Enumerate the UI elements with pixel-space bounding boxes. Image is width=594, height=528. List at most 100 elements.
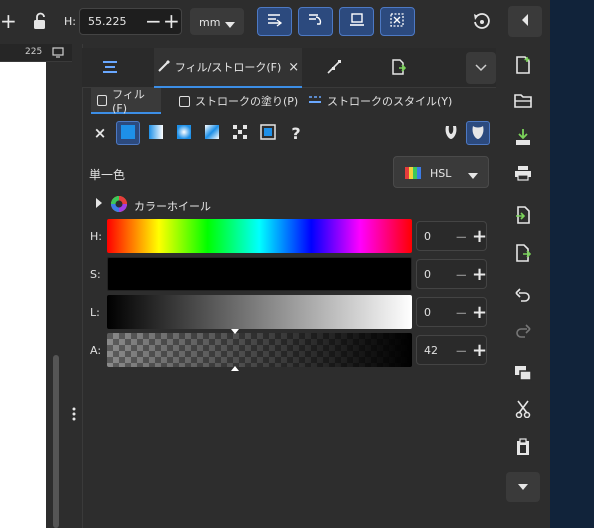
plus-icon[interactable]: + <box>472 264 487 285</box>
tab-export[interactable] <box>378 48 418 88</box>
tab-xml-editor[interactable] <box>314 48 354 88</box>
tab-fill-stroke-label: フィル/ストローク(F) <box>174 61 282 74</box>
color-model-select[interactable]: HSL <box>393 156 489 188</box>
lightness-stepper[interactable]: 0 − + <box>416 297 487 327</box>
fill-rule-nonzero-button[interactable] <box>466 121 490 145</box>
new-document-button[interactable] <box>510 54 536 78</box>
tab-fill-stroke[interactable]: フィル/ストローク(F) × <box>154 48 302 88</box>
vertical-scrollbar[interactable] <box>53 355 59 528</box>
hue-stepper[interactable]: 0 − + <box>416 221 487 251</box>
display-icon[interactable] <box>52 47 64 61</box>
redo-button[interactable] <box>510 320 536 344</box>
subtab-stroke-paint[interactable]: ストロークの塗り(P) <box>173 88 304 114</box>
alpha-value: 42 <box>424 344 438 357</box>
plus-icon[interactable]: + <box>472 226 487 247</box>
open-folder-icon <box>514 93 532 112</box>
unit-value: mm <box>199 16 221 29</box>
flat-color-icon <box>120 124 136 143</box>
color-mode-title: 単一色 <box>89 168 126 182</box>
saturation-label: S: <box>90 268 101 281</box>
import-button[interactable] <box>510 204 536 228</box>
commands-bar <box>496 44 550 528</box>
paste-button[interactable] <box>510 436 536 460</box>
radial-gradient-icon <box>176 124 192 143</box>
lock-icon[interactable] <box>32 12 48 33</box>
chevron-down-icon <box>475 62 487 75</box>
chevron-down-icon <box>467 170 479 183</box>
saturation-stepper[interactable]: 0 − + <box>416 259 487 289</box>
print-button[interactable] <box>510 162 536 186</box>
align-icon-2 <box>308 13 324 30</box>
saturation-slider[interactable] <box>107 257 412 291</box>
alpha-marker-icon[interactable] <box>231 329 240 374</box>
hue-slider[interactable] <box>107 219 412 253</box>
hue-value: 0 <box>424 230 431 243</box>
chevron-down-icon <box>224 19 236 32</box>
radial-gradient-button[interactable] <box>172 121 196 145</box>
alpha-label: A: <box>90 344 102 357</box>
alpha-slider[interactable] <box>107 333 412 367</box>
align-button-4[interactable] <box>380 7 415 36</box>
color-model-icon <box>405 167 421 182</box>
close-icon[interactable]: × <box>288 60 299 75</box>
color-wheel-label: カラーホイール <box>134 200 211 213</box>
brush-icon <box>157 59 171 76</box>
plus-icon[interactable]: + <box>163 11 180 31</box>
swatch-icon <box>260 123 276 143</box>
color-model-value: HSL <box>430 167 452 180</box>
align-button-1[interactable] <box>257 7 292 36</box>
hue-row: H: 0 − + <box>0 219 496 255</box>
mesh-gradient-button[interactable] <box>200 121 224 145</box>
align-button-3[interactable] <box>339 7 374 36</box>
pattern-button[interactable] <box>228 121 252 145</box>
open-button[interactable] <box>510 90 536 114</box>
duplicate-icon <box>514 365 532 384</box>
ruler-mark: 225 <box>25 47 43 57</box>
subtab-fill[interactable]: フィル(F) <box>91 88 161 115</box>
alpha-stepper[interactable]: 42 − + <box>416 335 487 365</box>
print-icon <box>514 165 532 184</box>
plus-icon[interactable]: + <box>472 340 487 361</box>
undo-button[interactable] <box>510 284 536 308</box>
stroke-style-icon <box>308 95 322 108</box>
paint-type-row: × ? <box>82 118 496 148</box>
flat-color-button[interactable] <box>116 121 140 145</box>
color-wheel-expander[interactable]: カラーホイール <box>95 195 215 213</box>
save-button[interactable] <box>510 126 536 150</box>
panel-drag-handle-icon[interactable] <box>72 407 76 424</box>
tab-layers[interactable] <box>82 48 138 88</box>
lightness-value: 0 <box>424 306 431 319</box>
save-icon <box>515 128 531 149</box>
export-button[interactable] <box>510 242 536 266</box>
linear-gradient-button[interactable] <box>144 121 168 145</box>
unit-select[interactable]: mm <box>190 8 244 35</box>
minus-icon[interactable]: − <box>145 11 162 31</box>
saturation-value: 0 <box>424 268 431 281</box>
no-paint-button[interactable]: × <box>88 121 112 145</box>
unset-paint-button[interactable]: ? <box>284 121 308 145</box>
x-icon: × <box>93 124 107 142</box>
minus-icon[interactable]: − <box>455 342 468 360</box>
height-field[interactable]: 55.225 − + <box>79 8 182 35</box>
lightness-slider[interactable] <box>107 295 412 329</box>
minus-icon[interactable]: − <box>455 304 468 322</box>
subtab-stroke-style[interactable]: ストロークのスタイル(Y) <box>302 88 458 114</box>
rotate-icon[interactable] <box>472 12 492 35</box>
undo-icon <box>515 287 531 305</box>
cut-icon <box>515 400 531 421</box>
cut-button[interactable] <box>510 398 536 422</box>
plus-icon[interactable]: + <box>472 302 487 323</box>
align-button-2[interactable] <box>298 7 333 36</box>
fill-rule-evenodd-button[interactable] <box>439 121 463 145</box>
tab-overflow-button[interactable] <box>466 52 496 84</box>
minus-icon[interactable]: − <box>455 266 468 284</box>
minus-icon[interactable]: − <box>455 228 468 246</box>
more-commands-button[interactable] <box>506 472 540 502</box>
paste-icon <box>515 437 531 459</box>
lightness-row: L: 0 − + <box>0 295 496 331</box>
duplicate-button[interactable] <box>510 362 536 386</box>
plus-icon[interactable]: + <box>0 11 17 31</box>
fill-checkbox-icon <box>97 94 108 106</box>
collapse-left-button[interactable] <box>508 6 542 37</box>
swatch-button[interactable] <box>256 121 280 145</box>
